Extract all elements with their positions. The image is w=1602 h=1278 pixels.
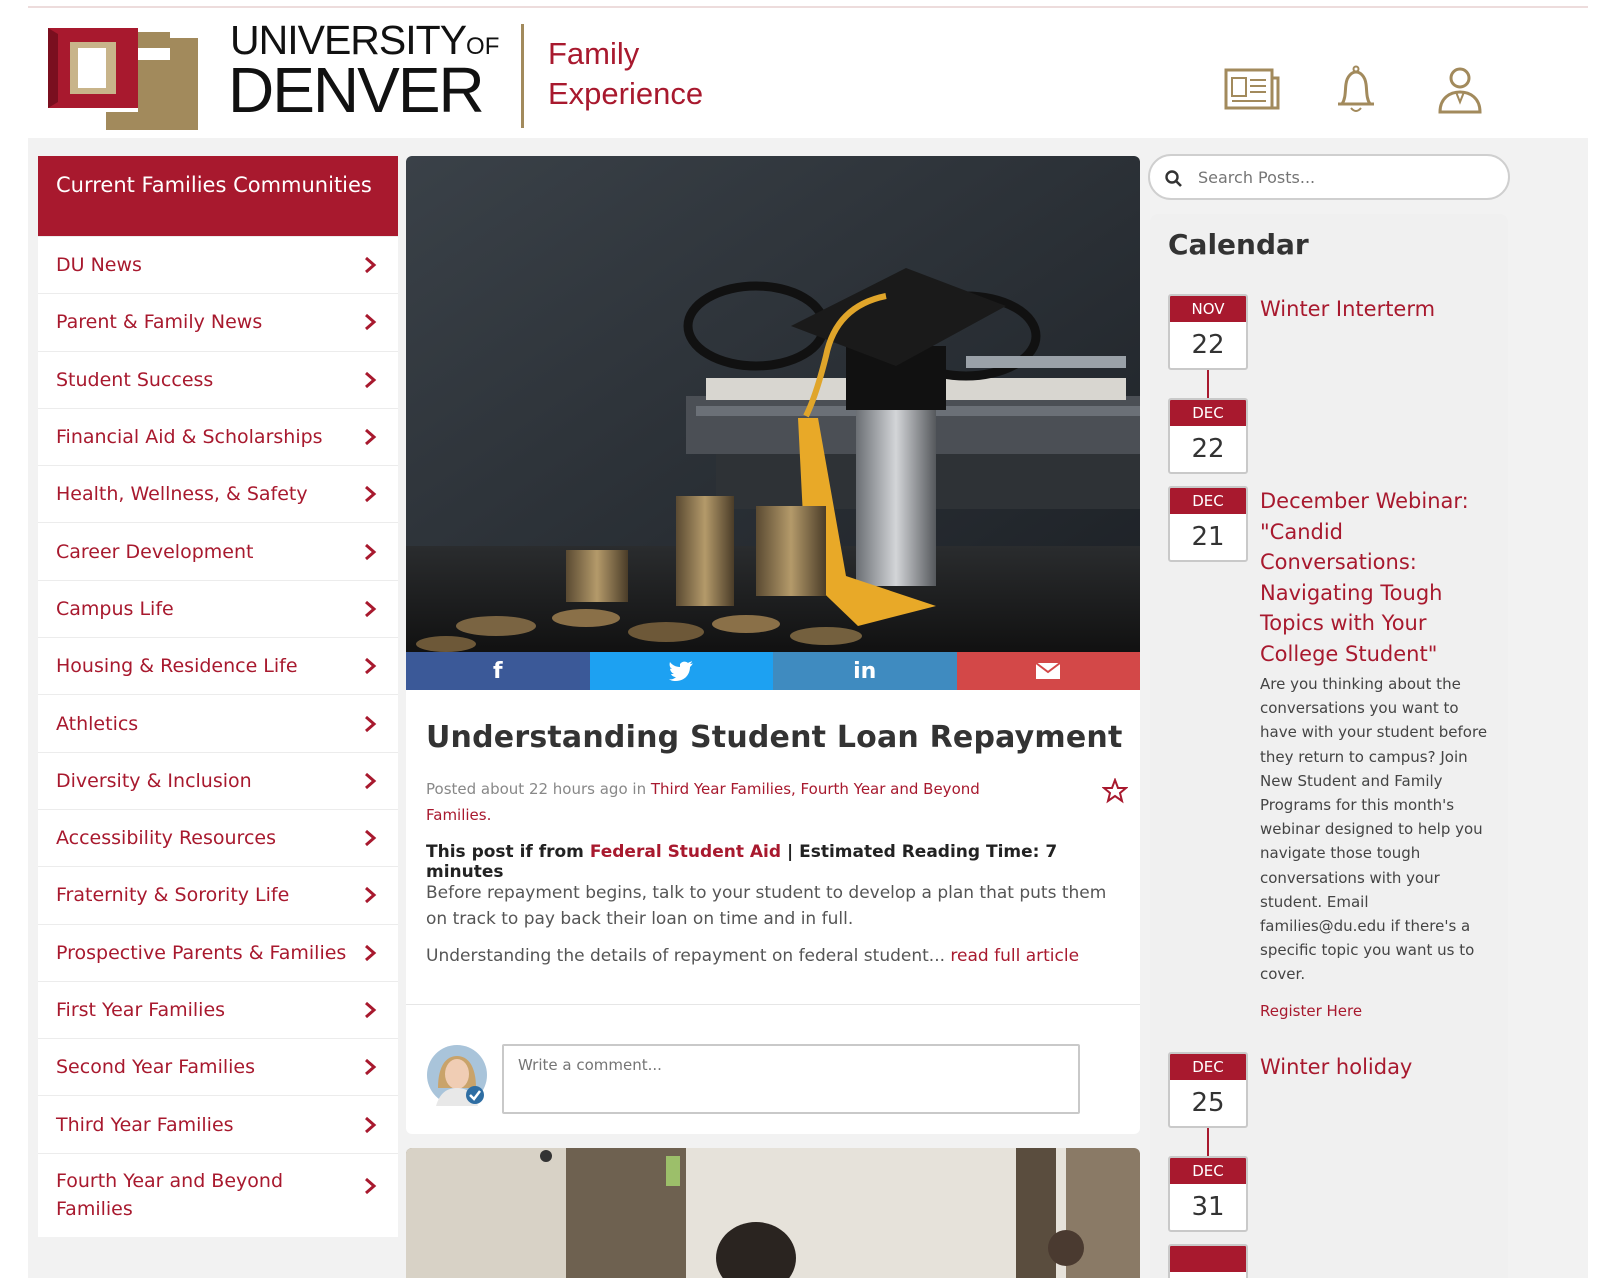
chevron-right-icon (365, 314, 377, 331)
chevron-right-icon (365, 1116, 377, 1133)
sidebar-item-third-year[interactable]: Third Year Families (38, 1095, 398, 1152)
logo-family-experience: Family Experience (548, 36, 704, 111)
chevron-right-icon (365, 600, 377, 618)
share-facebook-button[interactable]: f (406, 652, 590, 690)
calendar-date-start: DEC 21 (1168, 486, 1248, 562)
sidebar-item-du-news[interactable]: DU News (38, 236, 398, 293)
sidebar-item-first-year[interactable]: First Year Families (38, 980, 398, 1038)
newsletter-icon[interactable] (1222, 64, 1282, 116)
chevron-right-icon (365, 1059, 377, 1076)
post-source: This post if from Federal Student Aid | … (426, 842, 1058, 882)
post-title[interactable]: Understanding Student Loan Repayment (426, 720, 1123, 755)
chevron-right-icon (365, 829, 377, 847)
sidebar-item-diversity[interactable]: Diversity & Inclusion (38, 751, 398, 809)
sidebar-item-campus-life[interactable]: Campus Life (38, 579, 398, 637)
share-linkedin-button[interactable]: in (773, 652, 957, 690)
post-excerpt-more: Understanding the details of repayment o… (426, 946, 1080, 966)
chevron-right-icon (365, 887, 377, 904)
post-excerpt: Before repayment begins, talk to your st… (426, 883, 1107, 929)
share-email-button[interactable] (956, 652, 1140, 690)
calendar-date-start: DEC 25 (1168, 1052, 1248, 1128)
comment-input[interactable] (502, 1044, 1080, 1114)
sidebar-nav: Current Families Communities DU News Par… (38, 156, 398, 1237)
search-input[interactable] (1198, 164, 1488, 190)
sidebar-item-fourth-year[interactable]: Fourth Year and Beyond Families (38, 1152, 398, 1237)
sidebar-item-prospective-parents[interactable]: Prospective Parents & Families (38, 923, 398, 981)
calendar-date-end: DEC 31 (1168, 1156, 1248, 1232)
chevron-right-icon (365, 371, 377, 388)
calendar-event-title[interactable]: December Webinar: "Candid Conversations:… (1260, 486, 1500, 669)
sidebar-heading: Current Families Communities (38, 156, 398, 236)
logo-denver: DENVER (228, 54, 485, 126)
post-card: f in Understanding Student Loan Repaymen… (406, 156, 1140, 1134)
sidebar-item-fraternity-sorority[interactable]: Fraternity & Sorority Life (38, 866, 398, 923)
date-range-connector (1207, 370, 1209, 398)
bell-icon[interactable] (1326, 64, 1386, 116)
user-icon[interactable] (1430, 64, 1490, 116)
calendar-date-start (1168, 1244, 1248, 1278)
avatar[interactable] (426, 1044, 488, 1106)
search-bar (1148, 154, 1510, 200)
logo-divider (521, 24, 524, 128)
linkedin-icon: in (853, 658, 877, 684)
sidebar-item-student-success[interactable]: Student Success (38, 350, 398, 408)
calendar-event-title[interactable]: Winter Interterm (1260, 294, 1500, 325)
calendar-event-title[interactable]: Winter holiday (1260, 1052, 1500, 1083)
calendar-title: Calendar (1168, 228, 1309, 261)
site-header: UNIVERSITYOF DENVER Family Experience (28, 8, 1588, 138)
twitter-icon (669, 661, 694, 681)
chevron-right-icon (365, 1001, 377, 1019)
sidebar-item-parent-family-news[interactable]: Parent & Family News (38, 293, 398, 350)
du-logo-icon[interactable] (48, 20, 198, 130)
star-icon[interactable] (1102, 778, 1128, 804)
facebook-icon: f (492, 658, 503, 684)
post-source-name[interactable]: Federal Student Aid (590, 842, 781, 862)
chevron-right-icon (365, 658, 377, 675)
calendar-date-end: DEC 22 (1168, 398, 1248, 474)
sidebar-item-financial-aid[interactable]: Financial Aid & Scholarships (38, 407, 398, 465)
chevron-right-icon (365, 428, 377, 446)
search-icon (1165, 170, 1182, 187)
post-divider (406, 1004, 1140, 1005)
share-twitter-button[interactable] (589, 652, 773, 690)
sidebar-item-housing[interactable]: Housing & Residence Life (38, 637, 398, 694)
chevron-right-icon (365, 257, 377, 274)
calendar-event-description: Are you thinking about the conversations… (1260, 675, 1488, 984)
post-image-graduation-cap-coins[interactable] (406, 156, 1140, 652)
read-full-article-link[interactable]: read full article (950, 946, 1079, 966)
sidebar-item-second-year[interactable]: Second Year Families (38, 1038, 398, 1095)
chevron-right-icon (365, 772, 377, 789)
register-here-link[interactable]: Register Here (1260, 1002, 1362, 1020)
chevron-right-icon (365, 944, 377, 961)
next-post-image[interactable] (406, 1148, 1140, 1278)
chevron-right-icon (365, 1177, 377, 1194)
sidebar-item-accessibility[interactable]: Accessibility Resources (38, 808, 398, 866)
sidebar-item-athletics[interactable]: Athletics (38, 694, 398, 751)
sidebar-item-health-wellness[interactable]: Health, Wellness, & Safety (38, 465, 398, 522)
calendar-widget: Calendar NOV 22 DEC 22 Winter Interterm DE… (1150, 214, 1508, 1278)
date-range-connector (1207, 1128, 1209, 1156)
chevron-right-icon (365, 486, 377, 503)
chevron-right-icon (365, 543, 377, 560)
share-bar: f in (406, 652, 1140, 690)
sidebar-item-career-development[interactable]: Career Development (38, 522, 398, 579)
email-icon (1035, 662, 1061, 679)
calendar-date-start: NOV 22 (1168, 294, 1248, 370)
chevron-right-icon (365, 715, 377, 732)
post-meta: Posted about 22 hours ago in Third Year … (426, 780, 980, 824)
